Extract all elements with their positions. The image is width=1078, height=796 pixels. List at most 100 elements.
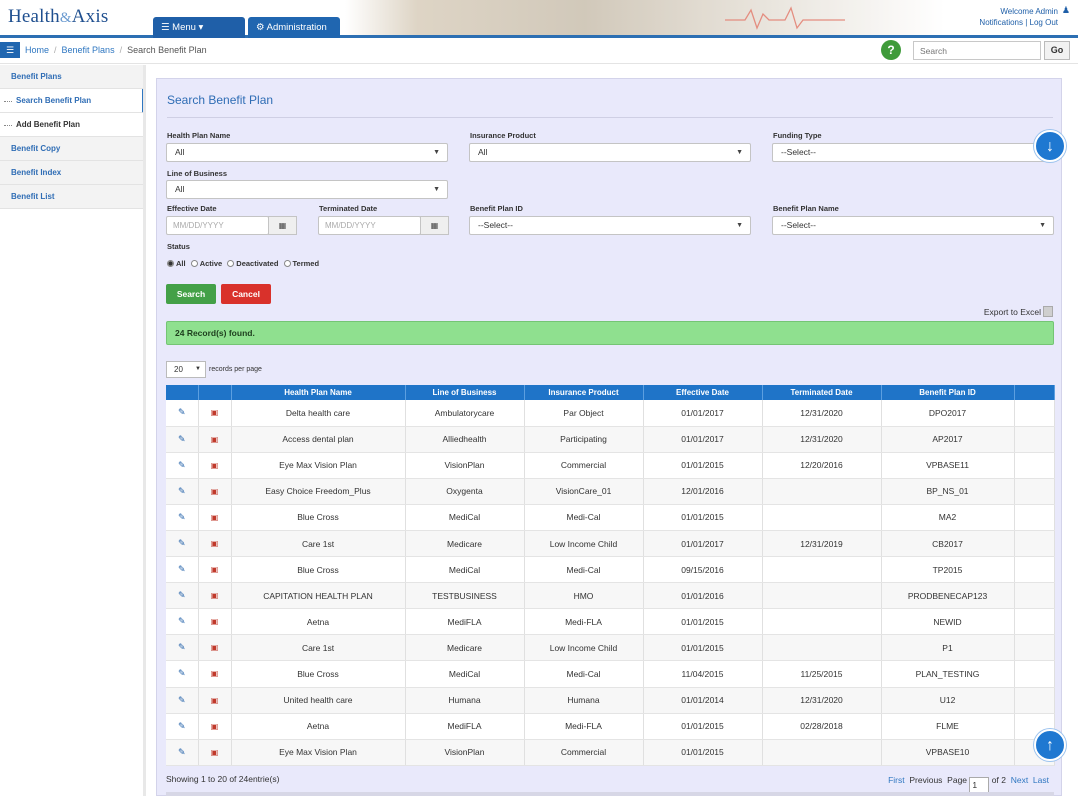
- col-health-plan-name[interactable]: Health Plan Name: [231, 385, 406, 400]
- arrow-up-icon[interactable]: ↑: [1034, 729, 1066, 761]
- line-of-business-select[interactable]: All ▼: [166, 180, 448, 199]
- sidebar-scrollbar[interactable]: [143, 65, 146, 796]
- menu-tab[interactable]: ☰ Menu ▾: [153, 17, 245, 38]
- cell-line-of-business: Medicare: [405, 634, 525, 662]
- table-row[interactable]: ✎ ▣ Care 1st Medicare Low Income Child 01/01/…: [166, 530, 1055, 558]
- trash-icon[interactable]: ▣: [198, 660, 232, 688]
- search-button[interactable]: Search: [166, 284, 216, 304]
- pencil-icon[interactable]: ✎: [166, 400, 199, 427]
- col-line-of-business[interactable]: Line of Business: [405, 385, 525, 400]
- global-search-input[interactable]: [913, 41, 1041, 60]
- cancel-button[interactable]: Cancel: [221, 284, 271, 304]
- pager-first[interactable]: First: [888, 775, 905, 785]
- table-row[interactable]: ✎ ▣ Access dental plan Alliedhealth Particip…: [166, 426, 1055, 453]
- table-row[interactable]: ✎ ▣ CAPITATION HEALTH PLAN TESTBUSINESS HMO 0…: [166, 582, 1055, 610]
- records-per-page-value: 20: [174, 365, 183, 374]
- status-radio-active[interactable]: [190, 260, 198, 267]
- user-icon[interactable]: ♟: [1062, 5, 1070, 16]
- pencil-icon[interactable]: ✎: [166, 713, 199, 740]
- pencil-icon[interactable]: ✎: [166, 687, 199, 714]
- trash-icon[interactable]: ▣: [198, 426, 232, 453]
- notifications-link[interactable]: Notifications: [979, 18, 1023, 27]
- arrow-down-icon[interactable]: ↓: [1034, 130, 1066, 162]
- cell-insurance-product: VisionCare_01: [524, 478, 644, 505]
- administration-tab[interactable]: ⚙ Administration: [248, 17, 340, 38]
- cell-line-of-business: VisionPlan: [405, 739, 525, 766]
- trash-icon[interactable]: ▣: [198, 530, 232, 558]
- funding-type-select[interactable]: --Select--▼: [772, 143, 1054, 162]
- table-row[interactable]: ✎ ▣ Delta health care Ambulatorycare Par Obj…: [166, 400, 1055, 427]
- calendar-icon[interactable]: ▦: [420, 216, 449, 235]
- sidebar-item-benefit-copy[interactable]: Benefit Copy: [0, 137, 145, 161]
- pager-previous[interactable]: Previous: [909, 775, 942, 785]
- terminated-date-input[interactable]: MM/DD/YYYY: [318, 216, 421, 235]
- pencil-icon[interactable]: ✎: [166, 582, 199, 610]
- calendar-icon[interactable]: ▦: [268, 216, 297, 235]
- status-radio-all[interactable]: [167, 260, 174, 267]
- table-row[interactable]: ✎ ▣ Blue Cross MediCal Medi-Cal 11/04/2015 11/…: [166, 660, 1055, 688]
- trash-icon[interactable]: ▣: [198, 687, 232, 714]
- table-row[interactable]: ✎ ▣ United health care Humana Humana 01/01/20…: [166, 687, 1055, 714]
- cell-insurance-product: Low Income Child: [524, 530, 644, 558]
- trash-icon[interactable]: ▣: [198, 634, 232, 662]
- trash-icon[interactable]: ▣: [198, 452, 232, 479]
- trash-icon[interactable]: ▣: [198, 400, 232, 427]
- table-row[interactable]: ✎ ▣ Eye Max Vision Plan VisionPlan Commercia…: [166, 739, 1055, 766]
- trash-icon[interactable]: ▣: [198, 713, 232, 740]
- app-logo[interactable]: Health&Axis: [8, 6, 108, 28]
- table-row[interactable]: ✎ ▣ Eye Max Vision Plan VisionPlan Commercia…: [166, 452, 1055, 479]
- status-radio-deactivated[interactable]: [227, 260, 235, 267]
- excel-icon[interactable]: [1043, 306, 1053, 317]
- table-row[interactable]: ✎ ▣ Aetna MediFLA Medi-FLA 01/01/2015 NEWID: [166, 608, 1055, 636]
- table-row[interactable]: ✎ ▣ Easy Choice Freedom_Plus Oxygenta Vision…: [166, 478, 1055, 505]
- pager-last[interactable]: Last: [1033, 775, 1049, 785]
- table-horizontal-scrollbar[interactable]: [166, 792, 1054, 796]
- sidebar-item-benefit-plans[interactable]: Benefit Plans: [0, 65, 145, 89]
- trash-icon[interactable]: ▣: [198, 739, 232, 766]
- trash-icon[interactable]: ▣: [198, 504, 232, 531]
- pager-next[interactable]: Next: [1011, 775, 1028, 785]
- sidebar-item-add-benefit-plan[interactable]: Add Benefit Plan: [0, 113, 145, 137]
- breadcrumb-home[interactable]: Home: [25, 45, 49, 55]
- terminated-date-label: Terminated Date: [319, 204, 378, 213]
- records-per-page-select[interactable]: 20 ▼: [166, 361, 206, 378]
- table-row[interactable]: ✎ ▣ Blue Cross MediCal Medi-Cal 09/15/2016 TP2…: [166, 556, 1055, 584]
- pencil-icon[interactable]: ✎: [166, 426, 199, 453]
- pencil-icon[interactable]: ✎: [166, 608, 199, 636]
- benefit-plan-name-select[interactable]: --Select-- ▼: [772, 216, 1054, 235]
- col-effective-date[interactable]: Effective Date: [643, 385, 763, 400]
- trash-icon[interactable]: ▣: [198, 582, 232, 610]
- go-button[interactable]: Go: [1044, 41, 1070, 60]
- trash-icon[interactable]: ▣: [198, 608, 232, 636]
- help-icon[interactable]: ?: [881, 40, 901, 60]
- sidebar-item-benefit-list[interactable]: Benefit List: [0, 185, 145, 209]
- breadcrumb-benefit-plans[interactable]: Benefit Plans: [62, 45, 115, 55]
- trash-icon[interactable]: ▣: [198, 478, 232, 505]
- pencil-icon[interactable]: ✎: [166, 478, 199, 505]
- export-to-excel[interactable]: Export to Excel: [984, 306, 1053, 317]
- sidebar-toggle-icon[interactable]: ☰: [0, 42, 20, 58]
- benefit-plan-id-select[interactable]: --Select-- ▼: [469, 216, 751, 235]
- logout-link[interactable]: Log Out: [1030, 18, 1058, 27]
- col-terminated-date[interactable]: Terminated Date: [762, 385, 882, 400]
- health-plan-name-select[interactable]: All ▼: [166, 143, 448, 162]
- status-radio-termed[interactable]: [283, 260, 291, 267]
- pencil-icon[interactable]: ✎: [166, 634, 199, 662]
- insurance-product-select[interactable]: All ▼: [469, 143, 751, 162]
- effective-date-input[interactable]: MM/DD/YYYY: [166, 216, 269, 235]
- col-benefit-plan-id[interactable]: Benefit Plan ID: [881, 385, 1015, 400]
- sidebar-item-benefit-index[interactable]: Benefit Index: [0, 161, 145, 185]
- pencil-icon[interactable]: ✎: [166, 504, 199, 531]
- table-row[interactable]: ✎ ▣ Aetna MediFLA Medi-FLA 01/01/2015 02/28/20…: [166, 713, 1055, 740]
- sidebar-item-search-benefit-plan[interactable]: Search Benefit Plan: [0, 89, 145, 113]
- table-row[interactable]: ✎ ▣ Blue Cross MediCal Medi-Cal 01/01/2015 MA2: [166, 504, 1055, 531]
- trash-icon[interactable]: ▣: [198, 556, 232, 584]
- pencil-icon[interactable]: ✎: [166, 556, 199, 584]
- col-insurance-product[interactable]: Insurance Product: [524, 385, 644, 400]
- table-row[interactable]: ✎ ▣ Care 1st Medicare Low Income Child 01/01/…: [166, 634, 1055, 662]
- pencil-icon[interactable]: ✎: [166, 660, 199, 688]
- pencil-icon[interactable]: ✎: [166, 739, 199, 766]
- pencil-icon[interactable]: ✎: [166, 530, 199, 558]
- pencil-icon[interactable]: ✎: [166, 452, 199, 479]
- cell-extra: [1014, 582, 1055, 610]
